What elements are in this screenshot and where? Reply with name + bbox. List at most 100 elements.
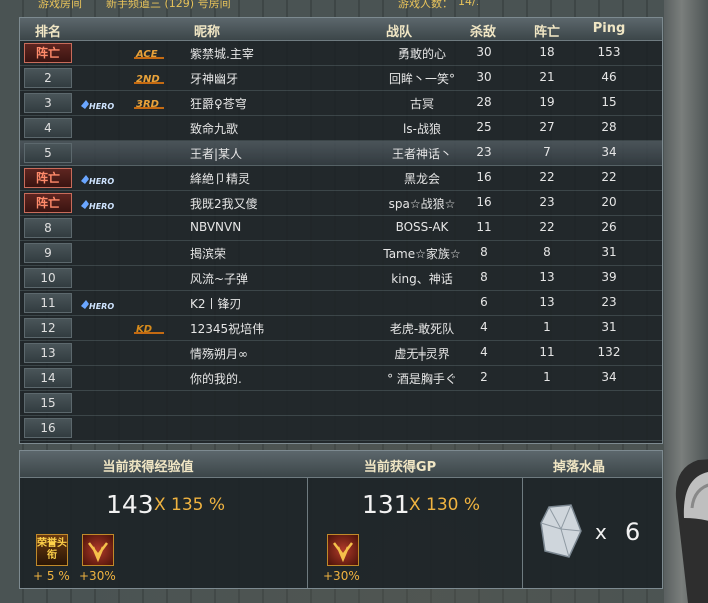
table-row: 14 你的我的. ° 酒是胸手ぐ 2 1 34 xyxy=(20,366,662,391)
kills-count: 8 xyxy=(480,245,488,259)
kills-count: 16 xyxy=(476,170,492,184)
rank-cell: 4 xyxy=(24,118,72,138)
crystal-header: 掉落水晶 xyxy=(552,460,606,475)
header-nickname: 昵称 xyxy=(193,25,221,40)
table-row: 2 2ND 牙神幽牙 回眸丶一笑° 30 21 46 xyxy=(20,66,662,91)
svg-text:HERO: HERO xyxy=(89,102,114,111)
player-name: 狂爵♀苍穹 xyxy=(190,97,247,111)
svg-text:3RD: 3RD xyxy=(136,99,159,110)
ping-value: 153 xyxy=(597,45,621,59)
ping-value: 15 xyxy=(601,95,617,109)
player-name: K2丨锋刃 xyxy=(190,297,242,311)
room-info-strip: 游戏房间 新手频道三 (129) 号房间 游戏人数： 14/16 xyxy=(18,0,478,10)
players-count: 14/16 xyxy=(458,0,478,8)
deaths-count: 19 xyxy=(539,95,555,109)
kills-count: 25 xyxy=(476,120,492,134)
exp-value: 143 xyxy=(106,490,154,519)
player-name: 紫禁城.主宰 xyxy=(190,47,254,61)
header-rank: 排名 xyxy=(34,25,62,40)
rank-cell: 14 xyxy=(24,368,72,388)
svg-text:HERO: HERO xyxy=(89,202,114,211)
exp-section: 143 X 135 % 荣誉头衔 + 5 % +30% xyxy=(20,478,308,588)
gp-boost-icon xyxy=(327,534,359,566)
crystal-section: x 6 xyxy=(523,478,662,588)
deaths-count: 21 xyxy=(539,70,555,84)
deaths-count: 22 xyxy=(539,170,555,184)
deaths-count: 13 xyxy=(539,295,555,309)
honor-title-text: 荣誉头衔 xyxy=(37,538,67,561)
exp-boost-icon xyxy=(82,534,114,566)
deaths-count: 11 xyxy=(539,345,555,359)
ping-value: 20 xyxy=(601,195,617,209)
kills-count: 30 xyxy=(476,70,492,84)
header-deaths: 阵亡 xyxy=(533,25,561,40)
header-kills: 杀敌 xyxy=(469,25,497,40)
player-name: 揭滨荣 xyxy=(190,247,227,261)
rank-cell: 5 xyxy=(24,143,72,163)
gp-value: 131 xyxy=(362,490,410,519)
rank-cell: 13 xyxy=(24,343,72,363)
deaths-count: 1 xyxy=(543,320,551,334)
table-row: 15 xyxy=(20,391,662,416)
deaths-count: 7 xyxy=(543,145,551,159)
clan-name: 王者神话丶 xyxy=(391,147,453,161)
kills-count: 28 xyxy=(476,95,492,109)
ping-value: 23 xyxy=(601,295,617,309)
rank-medal-icon: 3RD xyxy=(134,96,166,111)
ping-value: 132 xyxy=(597,345,621,359)
svg-text:HERO: HERO xyxy=(89,302,114,311)
clan-name: BOSS-AK xyxy=(395,220,449,234)
player-name: 牙神幽牙 xyxy=(190,72,239,86)
ping-value: 39 xyxy=(601,270,617,284)
table-row: 8 NBVNVN BOSS-AK 11 22 26 xyxy=(20,216,662,241)
table-row: 5 王者|某人 王者神话丶 23 7 34 xyxy=(20,141,662,166)
table-row: 阵亡 HERO 我既2我又傻 spa☆战狼☆ 16 23 20 xyxy=(20,191,662,216)
rank-cell: 16 xyxy=(24,418,72,438)
hero-badge-icon: HERO xyxy=(80,172,114,186)
kills-count: 4 xyxy=(480,320,488,334)
deaths-count: 8 xyxy=(543,245,551,259)
clan-name: ° 酒是胸手ぐ xyxy=(387,372,457,386)
hero-badge-icon: HERO xyxy=(80,297,114,311)
svg-text:ACE: ACE xyxy=(135,49,158,60)
room-name: 新手频道三 (129) 号房间 xyxy=(106,0,231,10)
header-clan: 战队 xyxy=(385,25,413,40)
rank-cell: 10 xyxy=(24,268,72,288)
table-row: 3 HERO 3RD 狂爵♀苍穹 古冥 28 19 15 xyxy=(20,91,662,116)
room-label: 游戏房间 xyxy=(38,0,82,10)
deaths-count: 18 xyxy=(539,45,555,59)
bonus2-percent: +30% xyxy=(79,569,116,583)
ping-value: 22 xyxy=(601,170,617,184)
kills-count: 30 xyxy=(476,45,492,59)
dead-status-badge: 阵亡 xyxy=(24,168,72,188)
ping-value: 34 xyxy=(601,370,617,384)
clan-name: 老虎-敢死队 xyxy=(389,322,455,336)
kills-count: 23 xyxy=(476,145,492,159)
table-row: 16 xyxy=(20,416,662,441)
gp-section: 131 X 130 % +30% xyxy=(308,478,523,588)
reward-header: 当前获得经验值 当前获得GP 掉落水晶 xyxy=(20,451,662,478)
svg-text:2ND: 2ND xyxy=(136,74,160,85)
rank-cell: 2 xyxy=(24,68,72,88)
player-name: 絳絶卩精灵 xyxy=(190,172,251,186)
deaths-count: 13 xyxy=(539,270,555,284)
exp-header: 当前获得经验值 xyxy=(102,460,194,475)
svg-text:HERO: HERO xyxy=(89,177,114,186)
crystal-count: 6 xyxy=(625,518,641,546)
kills-count: 11 xyxy=(476,220,492,234)
table-row: 9 揭滨荣 Tame☆家族☆ 8 8 31 xyxy=(20,241,662,266)
kills-count: 8 xyxy=(480,270,488,284)
rank-cell: 12 xyxy=(24,318,72,338)
rank-medal-icon: 2ND xyxy=(134,71,166,86)
bonus1-percent: + 5 % xyxy=(33,569,70,583)
table-row: 13 情殇朔月∞ 虚无╪灵界 4 11 132 xyxy=(20,341,662,366)
ping-value: 31 xyxy=(601,245,617,259)
clan-name: 黑龙会 xyxy=(403,172,441,186)
crystal-icon xyxy=(540,504,582,558)
dead-status-badge: 阵亡 xyxy=(24,193,72,213)
ping-value: 26 xyxy=(601,220,617,234)
player-name: 风流~子弹 xyxy=(190,272,249,286)
player-name: 我既2我又傻 xyxy=(190,197,258,211)
scoreboard-header: 排名 昵称 战队 杀敌 阵亡 Ping xyxy=(20,18,662,41)
kills-count: 16 xyxy=(476,195,492,209)
